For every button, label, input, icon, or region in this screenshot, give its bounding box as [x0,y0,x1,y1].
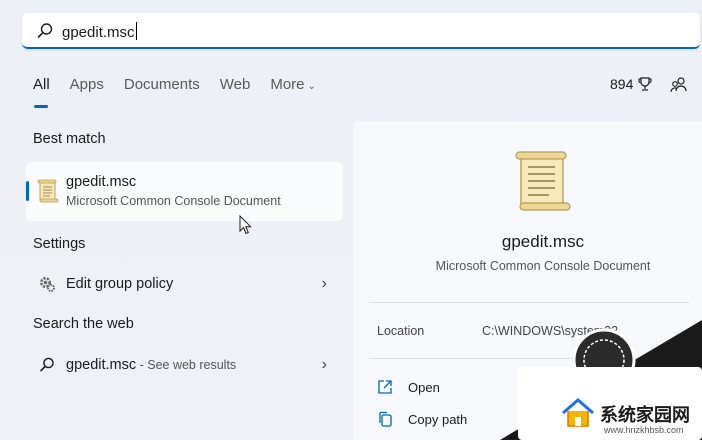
open-external-icon [378,380,392,394]
filter-tabs: All Apps Documents Web More ⌄ [33,76,336,108]
chevron-down-icon: ⌄ [307,81,316,92]
copy-icon [379,411,392,427]
tab-more[interactable]: More ⌄ [270,76,316,100]
watermark-title: 系统家园网 [600,405,690,426]
web-result-query: gpedit.msc [66,357,137,373]
search-icon [40,357,54,372]
selection-indicator [26,181,29,201]
web-result-suffix: - See web results [136,358,237,372]
action-copy-path[interactable]: Copy path [377,408,467,430]
search-box[interactable]: gpedit.msc [22,13,700,49]
best-match-result[interactable]: gpedit.msc Microsoft Common Console Docu… [26,162,343,221]
web-result-label: gpedit.msc - See web results [66,357,236,373]
tab-all[interactable]: All [33,76,50,108]
rewards-points[interactable]: 894 [610,76,653,92]
text-caret [135,22,137,40]
preview-title: gpedit.msc [501,232,585,251]
search-input[interactable]: gpedit.msc [62,22,137,41]
action-open[interactable]: Open [377,376,440,398]
tab-documents[interactable]: Documents [124,76,200,100]
best-match-subtitle: Microsoft Common Console Document [66,194,281,208]
tab-web[interactable]: Web [220,76,251,100]
trophy-icon [638,77,652,91]
chevron-right-icon: › [321,275,327,292]
search-icon [37,23,53,38]
mouse-cursor-icon [239,215,252,235]
best-match-heading: Best match [33,131,106,147]
chevron-right-icon: › [321,356,327,373]
people-icon[interactable] [670,76,688,94]
gear-icon [40,277,55,292]
tab-apps[interactable]: Apps [70,76,104,100]
tab-more-label: More [270,76,305,93]
action-open-label: Open [408,379,440,395]
search-web-heading: Search the web [33,316,134,332]
action-copy-path-label: Copy path [408,411,468,427]
watermark-url: www.hnzkhbsb.com [604,425,684,435]
preview-subtitle: Microsoft Common Console Document [435,259,651,273]
web-result-gpedit[interactable]: gpedit.msc - See web results › [26,347,343,383]
start-search-panel: gpedit.msc All Apps Documents Web More ⌄ … [0,0,702,440]
location-label: Location [377,324,425,338]
watermark-logo-icon [562,398,594,427]
divider [369,302,689,303]
document-scroll-icon [515,151,571,211]
best-match-title: gpedit.msc [66,174,137,190]
settings-item-edit-group-policy[interactable]: Edit group policy › [26,266,343,302]
points-value: 894 [610,76,634,92]
settings-heading: Settings [33,236,86,252]
settings-item-label: Edit group policy [66,276,174,292]
search-query-text: gpedit.msc [62,24,135,41]
document-scroll-icon [37,179,59,203]
